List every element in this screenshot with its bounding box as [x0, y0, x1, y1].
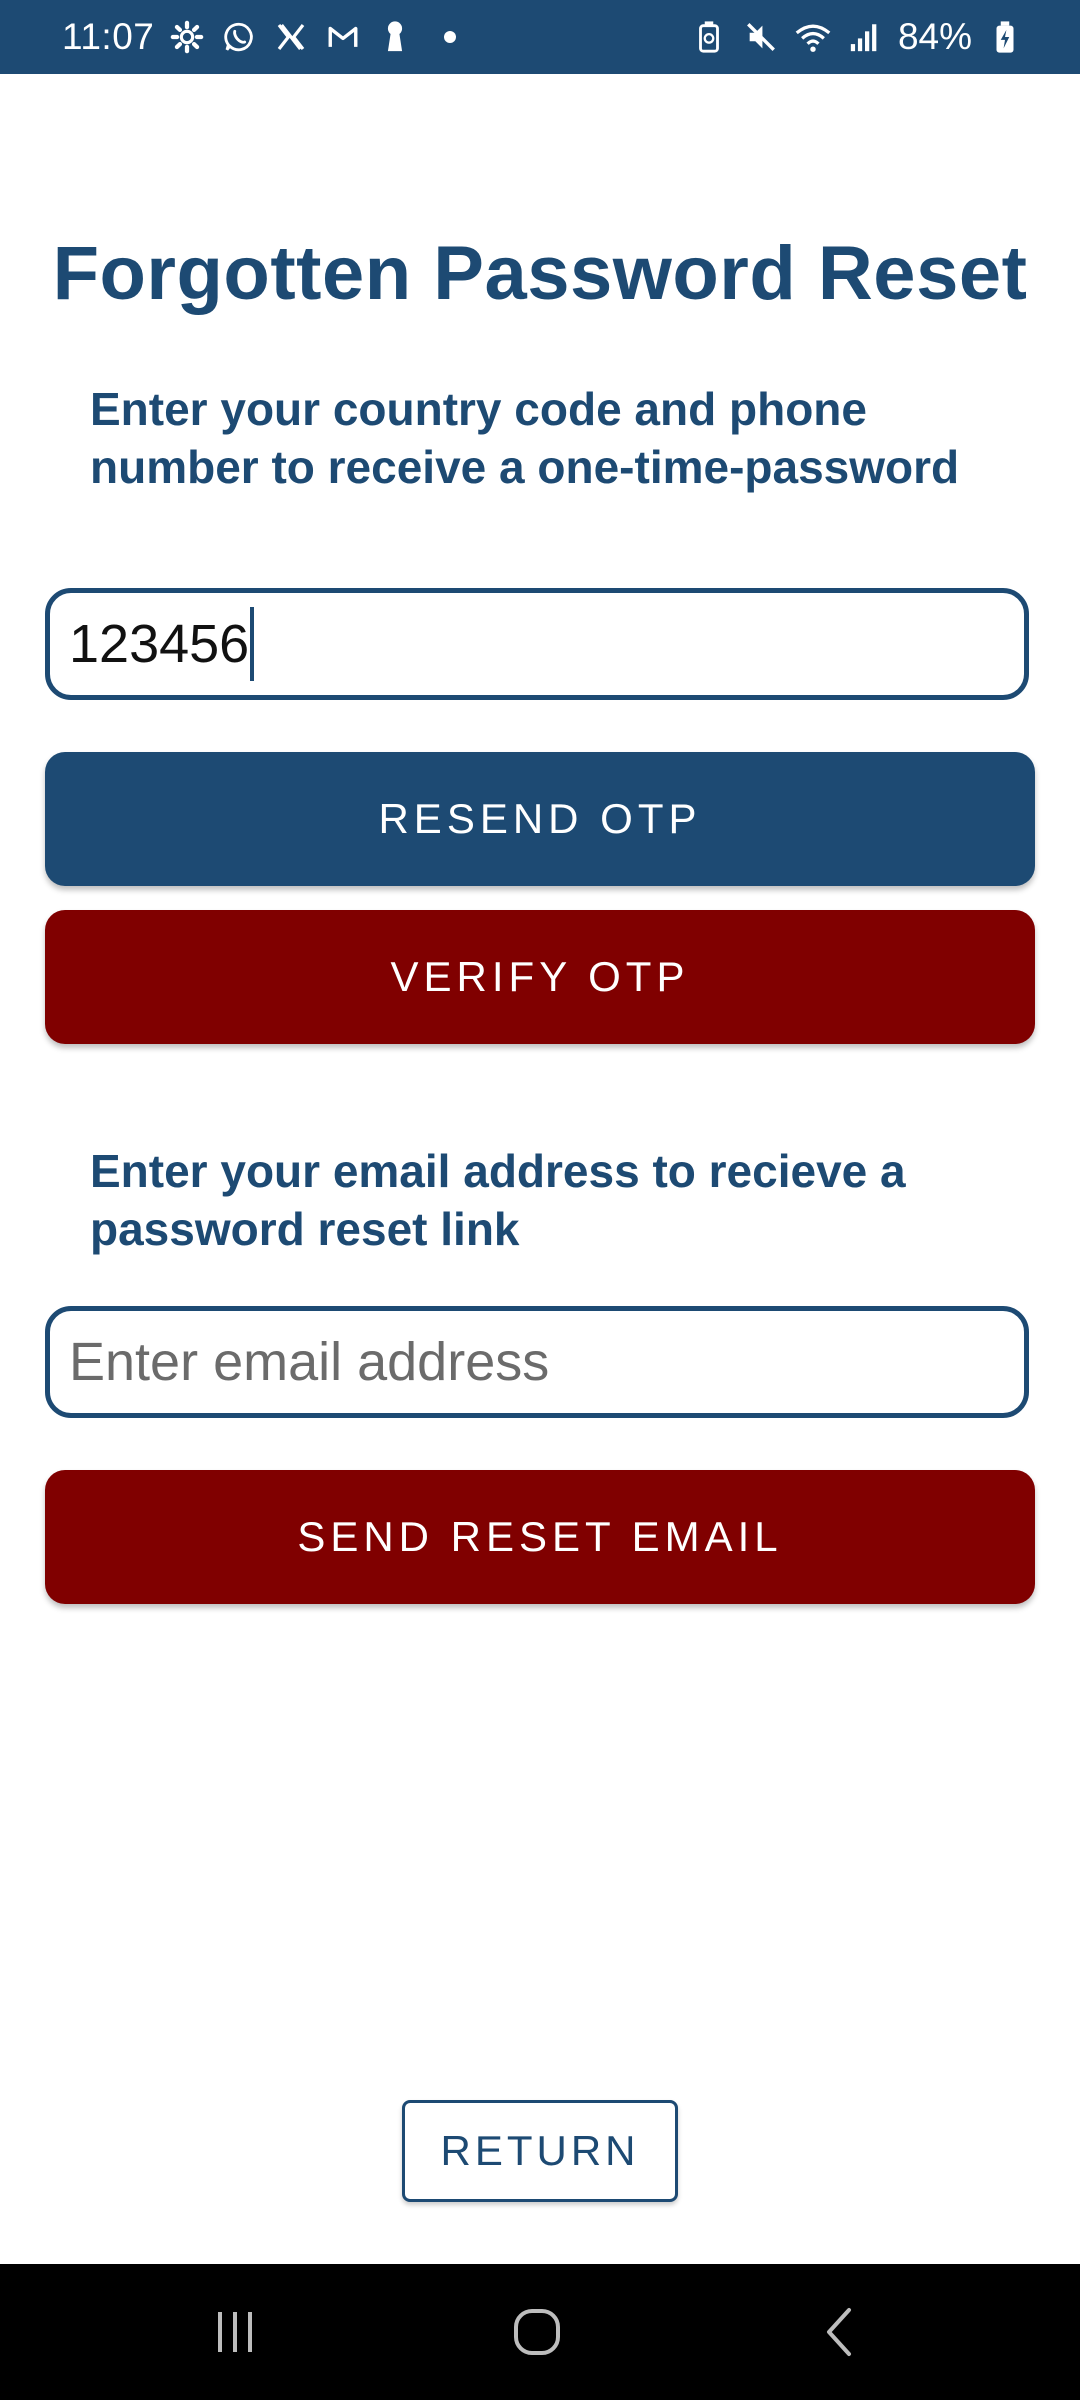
navigation-bar	[0, 2264, 1080, 2400]
battery-saver-icon	[690, 18, 728, 56]
wifi-icon	[794, 18, 832, 56]
verify-otp-button[interactable]: VERIFY OTP	[45, 910, 1035, 1044]
phone-input[interactable]: 123456	[45, 588, 1029, 700]
status-left-group: 11:07	[62, 0, 457, 74]
status-right-group: 84%	[690, 0, 1024, 74]
back-icon[interactable]	[779, 2264, 899, 2400]
battery-percentage: 84%	[897, 16, 972, 57]
email-field[interactable]	[45, 1306, 1029, 1418]
phone-instruction: Enter your country code and phone number…	[90, 383, 960, 493]
gmail-icon	[324, 18, 362, 56]
status-bar: 11:07 84%	[0, 0, 1080, 74]
text-cursor	[250, 607, 255, 681]
whatsapp-icon	[220, 18, 258, 56]
battery-charging-icon	[986, 18, 1024, 56]
signal-icon	[846, 18, 884, 56]
send-reset-email-button[interactable]: SEND RESET EMAIL	[45, 1470, 1035, 1604]
resend-otp-button[interactable]: RESEND OTP	[45, 752, 1035, 886]
dot-icon	[444, 31, 457, 43]
x-icon	[272, 18, 310, 56]
email-input[interactable]	[69, 1331, 1009, 1393]
recents-icon[interactable]	[175, 2264, 295, 2400]
mute-icon	[742, 18, 780, 56]
gear-icon	[168, 18, 206, 56]
phone-input-value: 123456	[69, 614, 250, 674]
page-title: Forgotten Password Reset	[52, 231, 1028, 316]
status-time: 11:07	[62, 16, 155, 57]
return-button[interactable]: RETURN	[402, 2100, 678, 2202]
keyhole-icon	[376, 18, 414, 56]
email-instruction: Enter your email address to recieve a pa…	[90, 1145, 906, 1255]
home-icon[interactable]	[477, 2264, 597, 2400]
